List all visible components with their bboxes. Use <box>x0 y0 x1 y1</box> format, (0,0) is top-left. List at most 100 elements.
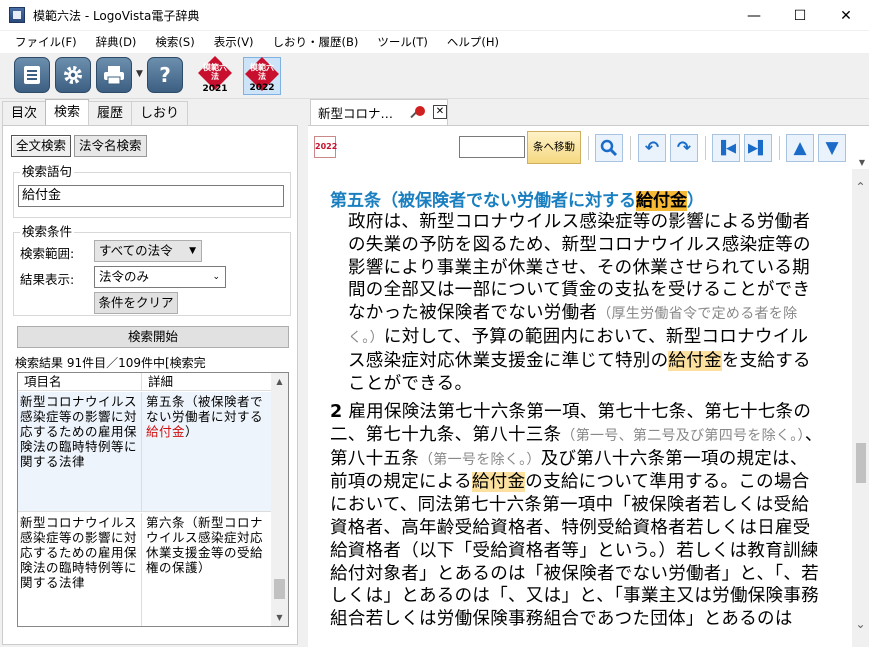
document-content: 第五条（被保険者でない労働者に対する給付金） 政府は、新型コロナウイルス感染症等… <box>308 169 852 647</box>
forward-button[interactable]: ↷ <box>670 134 698 162</box>
highlighted-term: 給付金 <box>636 191 687 211</box>
search-icon <box>600 139 618 157</box>
gear-icon <box>64 66 82 84</box>
book-icon[interactable]: 2022 <box>314 136 337 158</box>
window-title: 模範六法 - LogoVista電子辞典 <box>33 8 200 23</box>
tab-search[interactable]: 検索 <box>45 99 90 125</box>
maximize-button[interactable]: ☐ <box>777 0 823 31</box>
previous-icon: ▐◀ <box>716 140 736 156</box>
search-term-group: 検索語句 給付金 <box>13 165 291 218</box>
jump-to-article-button[interactable]: 条へ移動 <box>527 131 581 164</box>
scroll-up-button[interactable]: ▲ <box>786 134 814 162</box>
fulltext-search-tab[interactable]: 全文検索 <box>11 135 72 157</box>
results-scrollbar[interactable]: ▲ ▼ <box>271 373 288 626</box>
menu-bar: ファイル(F) 辞典(D) 検索(S) 表示(V) しおり・履歴(B) ツール(… <box>0 31 869 53</box>
search-conditions-group: 検索条件 検索範囲: すべての法令 ▼ 結果表示: 法令のみ ⌄ 条件をクリア <box>13 225 291 316</box>
scroll-down-icon[interactable]: ▼ <box>271 609 288 626</box>
range-dropdown[interactable]: すべての法令 ▼ <box>94 240 202 262</box>
undo-arrow-icon: ↶ <box>644 138 660 158</box>
start-search-button[interactable]: 検索開始 <box>17 326 289 348</box>
law-name-search-tab[interactable]: 法令名検索 <box>74 135 147 157</box>
menu-help[interactable]: ヘルプ(H) <box>438 31 509 53</box>
search-term-label: 検索語句 <box>20 164 75 179</box>
separator <box>705 136 706 160</box>
col-item-header[interactable]: 項目名 <box>18 373 142 390</box>
redo-arrow-icon: ↷ <box>676 138 692 158</box>
close-tab-button[interactable]: ✕ <box>433 105 447 119</box>
document-button[interactable] <box>14 57 50 93</box>
menu-search[interactable]: 検索(S) <box>146 31 204 53</box>
display-value: 法令のみ <box>99 269 150 284</box>
toolbar-overflow-icon[interactable]: ▼ <box>859 158 865 167</box>
range-value: すべての法令 <box>99 243 173 258</box>
chevron-down-icon: ⌄ <box>212 272 220 282</box>
minimize-button[interactable]: — <box>731 0 777 31</box>
article-title: 第五条（被保険者でない労働者に対する給付金） <box>330 186 704 211</box>
menu-dictionary[interactable]: 辞典(D) <box>87 31 147 53</box>
scroll-down-button[interactable]: ▼ <box>818 134 846 162</box>
previous-article-button[interactable]: ▐◀ <box>712 134 740 162</box>
pane-splitter[interactable] <box>300 99 308 647</box>
search-term-input[interactable]: 給付金 <box>18 185 284 207</box>
article-number-input[interactable] <box>459 136 525 158</box>
separator <box>588 136 589 160</box>
chevron-up-icon[interactable]: ⌃ <box>852 179 869 196</box>
scroll-up-icon[interactable]: ▲ <box>271 373 288 390</box>
clear-conditions-button[interactable]: 条件をクリア <box>94 292 178 314</box>
triangle-up-icon: ▲ <box>793 138 807 158</box>
tab-contents[interactable]: 目次 <box>2 101 47 125</box>
table-row[interactable]: 新型コロナウイルス感染症等の影響に対応するための雇用保険法の臨時特例等に関する法… <box>18 392 272 512</box>
back-button[interactable]: ↶ <box>638 134 666 162</box>
display-dropdown[interactable]: 法令のみ ⌄ <box>94 266 226 288</box>
document-tab-title: 新型コロナ… <box>318 106 394 121</box>
chevron-down-icon[interactable]: ⌄ <box>852 616 869 633</box>
separator <box>630 136 631 160</box>
document-tab[interactable]: 新型コロナ… ✕ <box>310 99 448 125</box>
document-toolbar: 2022 条へ移動 ↶ ↷ ▐◀ ▶▌ ▲ ▼ ▼ <box>308 125 869 169</box>
book-year: 2022 <box>249 83 275 93</box>
results-list[interactable]: 項目名 詳細 新型コロナウイルス感染症等の影響に対応するための雇用保険法の臨時特… <box>17 372 289 627</box>
results-summary: 検索結果 91件目／109件中[検索完 <box>15 356 206 370</box>
book-year: 2021 <box>202 84 228 94</box>
menu-file[interactable]: ファイル(F) <box>6 31 87 53</box>
display-label: 結果表示: <box>20 272 75 287</box>
result-detail: 第六条（新型コロナウイルス感染症対応休業支援金等の受給権の保護） <box>142 513 272 626</box>
pin-icon[interactable] <box>415 106 425 116</box>
document-panel: 新型コロナ… ✕ 2022 条へ移動 ↶ ↷ ▐◀ ▶▌ ▲ ▼ ▼ 第五条（被… <box>308 99 869 647</box>
separator <box>779 136 780 160</box>
find-button[interactable] <box>595 134 623 162</box>
book-2021-button[interactable]: 模範六法 2021 <box>196 56 234 95</box>
tab-history[interactable]: 履歴 <box>88 101 133 125</box>
col-detail-header[interactable]: 詳細 <box>142 373 272 390</box>
result-item: 新型コロナウイルス感染症等の影響に対応するための雇用保険法の臨時特例等に関する法… <box>18 392 142 511</box>
help-button[interactable]: ? <box>147 57 183 93</box>
menu-bookmarks-history[interactable]: しおり・履歴(B) <box>264 31 369 53</box>
result-detail-text: ） <box>185 424 199 439</box>
article-title-text: 第五条（被保険者でない労働者に対する <box>330 191 636 211</box>
tab-bookmarks[interactable]: しおり <box>131 101 189 125</box>
printer-icon <box>104 66 124 85</box>
result-detail-text: 第五条（被保険者でない労働者に対する <box>146 394 264 424</box>
result-detail: 第五条（被保険者でない労働者に対する給付金） <box>142 392 272 511</box>
print-button[interactable] <box>96 57 132 93</box>
next-icon: ▶▌ <box>748 140 768 156</box>
menu-view[interactable]: 表示(V) <box>205 31 264 53</box>
search-pane: 全文検索 法令名検索 検索語句 給付金 検索条件 検索範囲: すべての法令 ▼ … <box>2 125 298 645</box>
title-bar: 模範六法 - LogoVista電子辞典 — ☐ ✕ <box>0 0 869 31</box>
paragraph-note: （第一号、第二号及び第四号を除く。） <box>561 427 805 444</box>
highlighted-term: 給付金 <box>668 350 722 371</box>
settings-button[interactable] <box>55 57 91 93</box>
search-conditions-label: 検索条件 <box>20 224 75 239</box>
highlighted-term: 給付金 <box>471 472 526 493</box>
menu-tools[interactable]: ツール(T) <box>368 31 438 53</box>
question-icon: ? <box>159 63 171 87</box>
table-row[interactable]: 新型コロナウイルス感染症等の影響に対応するための雇用保険法の臨時特例等に関する法… <box>18 513 272 626</box>
book-2022-button[interactable]: 模範六法 2022 <box>243 57 281 95</box>
next-article-button[interactable]: ▶▌ <box>744 134 772 162</box>
print-dropdown-arrow-icon[interactable]: ▼ <box>136 69 143 79</box>
scroll-thumb[interactable] <box>274 579 285 599</box>
close-window-button[interactable]: ✕ <box>823 0 869 31</box>
scroll-thumb[interactable] <box>856 443 866 483</box>
document-scrollbar[interactable]: ⌃ ⌄ <box>852 169 869 647</box>
paragraph-text: の支給について準用する。この場合において、同法第七十六条第一項中「被保険者若しく… <box>330 472 819 630</box>
